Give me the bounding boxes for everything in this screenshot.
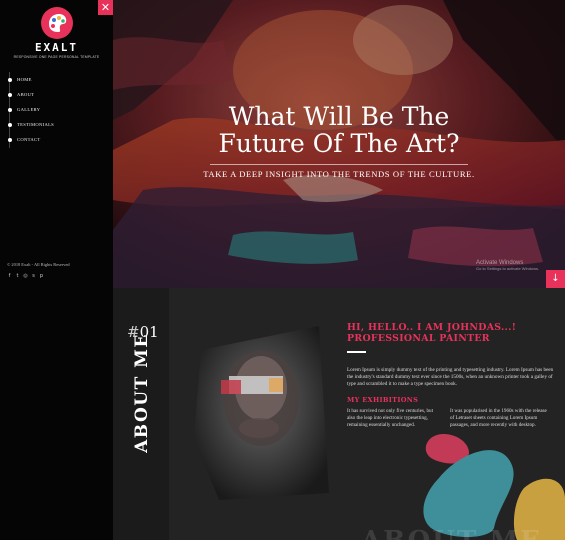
- nav-dot: [7, 122, 12, 127]
- nav-item-contact[interactable]: CONTACT: [7, 132, 54, 147]
- hero-subtitle: TAKE A DEEP INSIGHT INTO THE TRENDS OF T…: [203, 169, 475, 179]
- exhibitions-text-right: It was popularised in the 1960s with the…: [450, 408, 547, 428]
- nav-label: GALLERY: [17, 107, 41, 112]
- close-sidebar-button[interactable]: ✕: [98, 0, 113, 15]
- brand-tagline: RESPONSIVE ONE PAGE PERSONAL TEMPLATE: [13, 55, 100, 59]
- about-section: HI, HELLO.. I AM JOHNDAS...! PROFESSIONA…: [169, 288, 565, 540]
- activate-windows-watermark: Activate Windows Go to Settings to activ…: [476, 260, 539, 271]
- nav-item-testimonials[interactable]: TESTIMONIALS: [7, 117, 55, 132]
- palette-icon: [40, 6, 74, 40]
- main-nav: HOME ABOUT GALLERY TESTIMONIALS CONTACT: [7, 72, 55, 148]
- about-divider: [347, 351, 366, 353]
- hero-section: What Will Be The Future Of The Art? TAKE…: [113, 0, 565, 288]
- watermark-line2: Go to Settings to activate Windows.: [476, 266, 540, 271]
- skype-icon[interactable]: s: [31, 273, 36, 279]
- hero-title-line1: What Will Be The: [228, 102, 450, 131]
- nav-dot: [7, 107, 12, 112]
- instagram-icon[interactable]: ◎: [23, 273, 28, 279]
- nav-item-gallery[interactable]: GALLERY: [7, 102, 54, 117]
- exhibitions-text-left: It has survived not only five centuries,…: [347, 408, 434, 428]
- logo[interactable]: EXALT RESPONSIVE ONE PAGE PERSONAL TEMPL…: [0, 6, 113, 59]
- sidebar: EXALT RESPONSIVE ONE PAGE PERSONAL TEMPL…: [0, 0, 113, 540]
- pinterest-icon[interactable]: p: [39, 273, 44, 279]
- about-label-strip: #01 ABOUT ME: [113, 288, 169, 540]
- about-ghost-text: ABOUT ME: [361, 526, 542, 540]
- about-paragraph: Lorem Ipsum is simply dummy text of the …: [347, 367, 554, 387]
- social-links: f t ◎ s p: [7, 273, 44, 279]
- about-heading-line1: HI, HELLO.. I AM JOHNDAS...!: [347, 322, 517, 333]
- hero-title-line2: Future Of The Art?: [218, 129, 460, 158]
- about-vertical-title: ABOUT ME: [132, 333, 152, 453]
- nav-label: HOME: [17, 77, 32, 82]
- exhibitions-title: MY EXHIBITIONS: [347, 396, 419, 404]
- facebook-icon[interactable]: f: [7, 273, 12, 279]
- copyright-text: © 2018 Exalt - All Rights Reserved: [7, 262, 70, 267]
- nav-dot: [7, 92, 12, 97]
- about-heading-line2: PROFESSIONAL PAINTER: [347, 333, 490, 344]
- nav-label: ABOUT: [17, 92, 35, 97]
- nav-dot: [7, 137, 12, 142]
- nav-label: TESTIMONIALS: [17, 122, 55, 127]
- nav-item-home[interactable]: HOME: [7, 72, 54, 87]
- brand-name: EXALT: [34, 41, 79, 54]
- about-heading: HI, HELLO.. I AM JOHNDAS...! PROFESSIONA…: [347, 322, 557, 344]
- twitter-icon[interactable]: t: [15, 273, 20, 279]
- nav-label: CONTACT: [17, 137, 41, 142]
- hero-title: What Will Be The Future Of The Art?: [113, 103, 565, 157]
- blob-teal: [423, 450, 514, 537]
- nav-dot: [7, 77, 12, 82]
- scroll-down-button[interactable]: ↓: [546, 270, 565, 288]
- nav-item-about[interactable]: ABOUT: [7, 87, 54, 102]
- hero-divider: [210, 164, 468, 165]
